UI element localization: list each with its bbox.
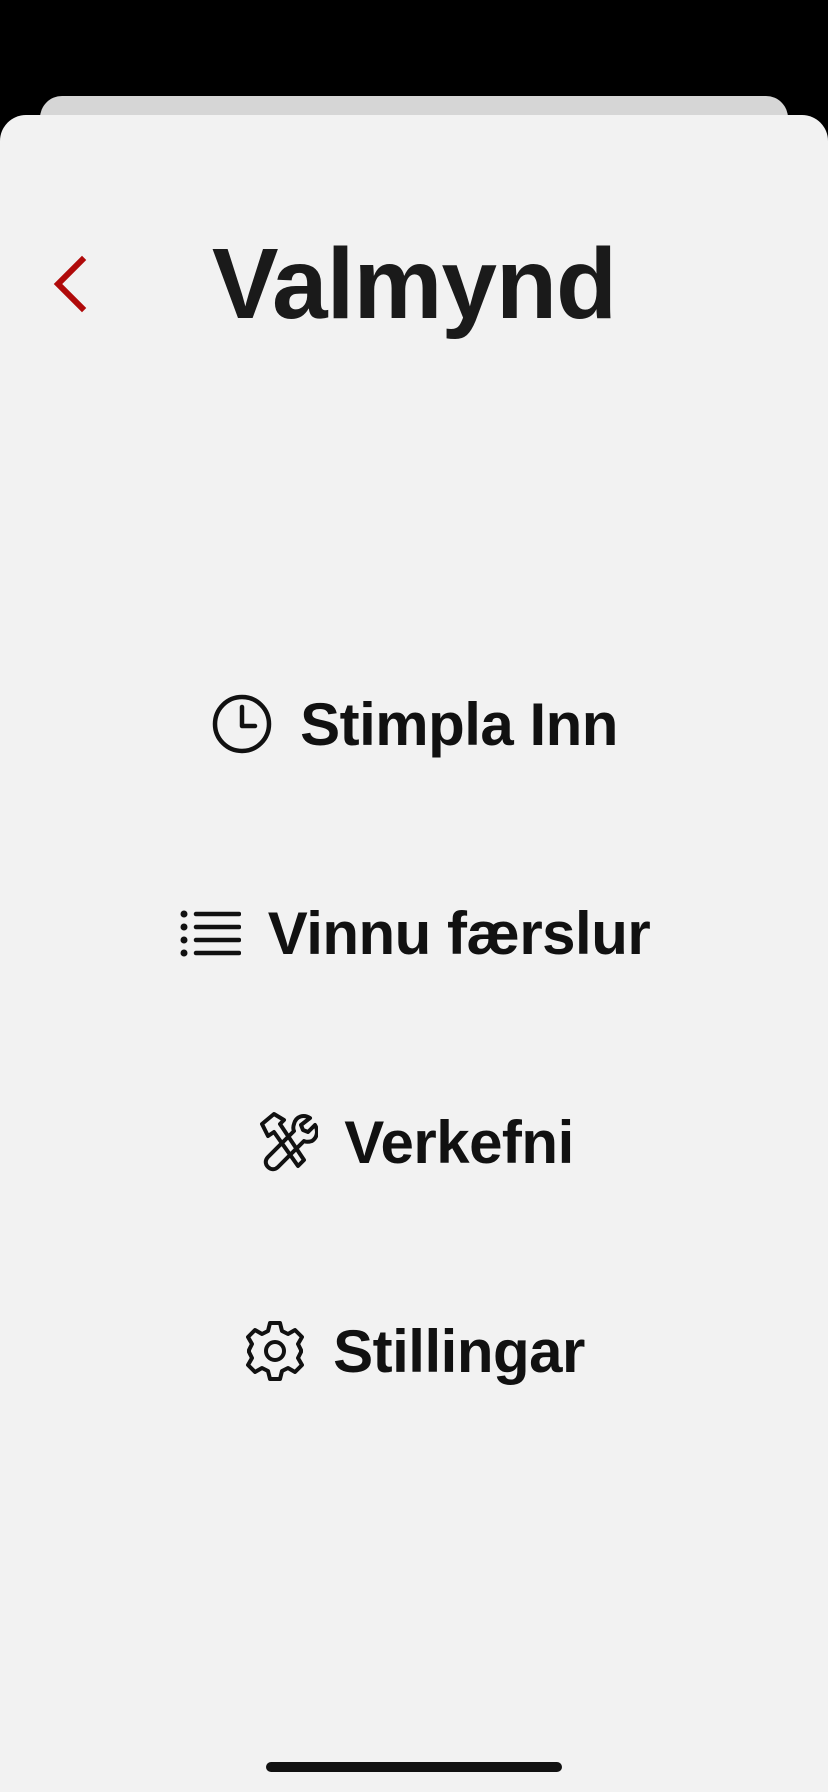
- menu-item-label: Stimpla Inn: [300, 690, 618, 758]
- menu-item-stimpla-inn[interactable]: Stimpla Inn: [0, 674, 828, 774]
- clock-icon: [210, 692, 274, 756]
- menu-item-stillingar[interactable]: Stillingar: [0, 1301, 828, 1401]
- screen: Valmynd Stimpla Inn Vinnu færslur Verkef…: [0, 0, 828, 1792]
- home-indicator[interactable]: [266, 1762, 562, 1772]
- menu-item-verkefni[interactable]: Verkefni: [0, 1092, 828, 1192]
- gear-icon: [243, 1319, 307, 1383]
- tools-icon: [254, 1110, 319, 1174]
- list-icon: [178, 901, 242, 965]
- menu-item-vinnu-faerslur[interactable]: Vinnu færslur: [0, 883, 828, 983]
- page-title: Valmynd: [211, 228, 617, 340]
- menu-item-label: Verkefni: [344, 1108, 574, 1176]
- menu-item-label: Vinnu færslur: [267, 899, 651, 967]
- menu-item-label: Stillingar: [333, 1317, 585, 1385]
